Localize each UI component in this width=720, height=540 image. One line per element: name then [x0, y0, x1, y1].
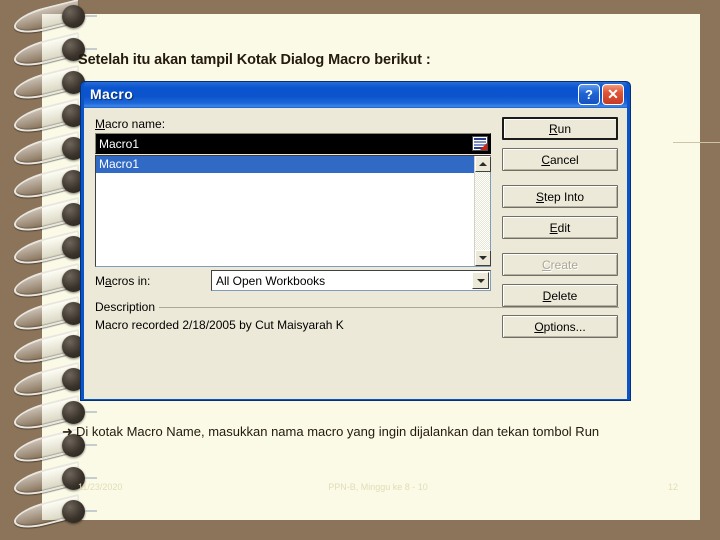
delete-button[interactable]: Delete — [502, 284, 618, 307]
button-accesskey: R — [548, 121, 558, 136]
scroll-down-button[interactable] — [475, 250, 491, 266]
macro-name-label-rest: acro name: — [105, 117, 166, 131]
spiral-knob — [62, 500, 85, 523]
slide-footer: 11/23/2020 PPN-B, Minggu ke 8 - 10 12 — [78, 482, 678, 496]
step-into-button[interactable]: Step Into — [502, 185, 618, 208]
macro-list-icon — [472, 136, 488, 151]
list-item[interactable]: Macro1 — [96, 156, 490, 173]
dialog-titlebar[interactable]: Macro ? ✕ — [84, 82, 627, 108]
list-scrollbar[interactable] — [474, 156, 491, 266]
icon-row — [474, 138, 486, 140]
spiral-tick — [85, 510, 97, 512]
edit-button[interactable]: Edit — [502, 216, 618, 239]
macro-list[interactable]: Macro1 — [95, 155, 491, 267]
macro-name-input-value: Macro1 — [99, 136, 140, 151]
red-arrow-icon — [480, 143, 487, 150]
spiral-tick — [85, 15, 97, 17]
run-button[interactable]: Run — [502, 117, 618, 140]
cancel-button[interactable]: Cancel — [502, 148, 618, 171]
chevron-down-icon — [479, 256, 487, 260]
bullet-arrow-icon: ➜ — [62, 424, 73, 439]
macros-in-label-accesskey: a — [105, 274, 112, 288]
macros-in-dropdown-button[interactable] — [472, 272, 489, 289]
macro-dialog: Macro ? ✕ Macro name: Macro1 Macro1 Macr… — [80, 81, 631, 401]
chevron-up-icon — [479, 162, 487, 166]
titlebar-buttons: ? ✕ — [578, 84, 624, 105]
decorative-rule — [673, 142, 720, 143]
spiral-tick — [85, 48, 97, 50]
description-text: Macro recorded 2/18/2005 by Cut Maisyara… — [95, 318, 344, 332]
close-icon[interactable]: ✕ — [602, 84, 624, 105]
dialog-title: Macro — [90, 86, 134, 102]
create-button: Create — [502, 253, 618, 276]
button-accesskey: D — [542, 288, 552, 303]
button-label-rest: elete — [551, 288, 578, 303]
options-button[interactable]: Options... — [502, 315, 618, 338]
spiral-tick — [85, 411, 97, 413]
macros-in-value: All Open Workbooks — [216, 273, 326, 288]
button-label-rest: reate — [550, 257, 579, 272]
bullet-paragraph: ➜ Di kotak Macro Name, masukkan nama macr… — [62, 422, 662, 441]
button-label-rest: dit — [557, 220, 571, 235]
macros-in-label-pre: M — [95, 274, 105, 288]
bullet-text: Di kotak Macro Name, masukkan nama macro… — [76, 424, 600, 439]
spiral-knob — [62, 5, 85, 28]
macros-in-label: Macros in: — [95, 274, 150, 288]
dialog-button-column: Run Cancel Step Into Edit Create Delete Option… — [502, 117, 618, 346]
help-icon[interactable]: ? — [578, 84, 600, 105]
macros-in-select[interactable]: All Open Workbooks — [211, 270, 491, 291]
description-label: Description — [95, 300, 156, 314]
slide-heading: Setelah itu akan tampil Kotak Dialog Mac… — [78, 52, 431, 68]
button-accesskey: O — [534, 319, 544, 334]
button-label-rest: ancel — [549, 152, 579, 167]
button-accesskey: E — [549, 220, 558, 235]
footer-page-number: 12 — [667, 482, 678, 492]
macro-name-label: Macro name: — [95, 117, 165, 131]
dialog-body: Macro name: Macro1 Macro1 Macros in: All… — [84, 108, 627, 399]
scroll-up-button[interactable] — [475, 156, 491, 172]
macros-in-label-rest: cros in: — [111, 274, 151, 288]
spiral-knob — [62, 401, 85, 424]
slide-canvas: Setelah itu akan tampil Kotak Dialog Mac… — [0, 0, 720, 540]
button-accesskey: C — [541, 152, 550, 167]
macro-name-label-accesskey: M — [95, 117, 105, 131]
macro-name-input[interactable]: Macro1 — [95, 133, 491, 154]
spiral-ring — [14, 0, 97, 38]
button-label-rest: tep Into — [543, 189, 585, 204]
button-label-rest: un — [557, 121, 572, 136]
spiral-tick — [85, 444, 97, 446]
spiral-ring — [14, 494, 97, 533]
footer-center-text: PPN-B, Minggu ke 8 - 10 — [328, 482, 428, 492]
chevron-down-icon — [476, 278, 485, 283]
button-accesskey: C — [541, 257, 551, 272]
button-label-rest: ptions... — [543, 319, 586, 334]
button-accesskey: S — [535, 189, 544, 204]
spiral-tick — [85, 477, 97, 479]
